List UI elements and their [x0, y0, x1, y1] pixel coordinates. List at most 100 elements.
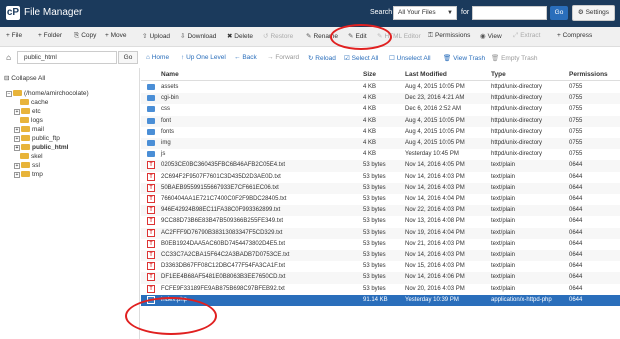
tree-item-tmp[interactable]: + tmp — [14, 171, 43, 178]
tree-item-cache[interactable]: cache — [20, 99, 48, 106]
select-all-label: Select All — [351, 55, 379, 62]
path-go-button[interactable]: Go — [118, 51, 138, 64]
new-folder-button[interactable]: + Folder — [38, 32, 62, 39]
tree-item-label: ssl — [32, 162, 40, 169]
cell-name: B0EB1924DAA5AC60BD7454473802D4E5.txt — [161, 240, 286, 247]
table-row[interactable]: T 9CC88D73B6E83B47B509366B255FE349.txt 53 … — [141, 216, 620, 227]
table-row[interactable]: T CC33C7A2CBA15F64C2A3BADB7D0753CE.txt 53 … — [141, 250, 620, 262]
forward-button[interactable]: → Forward — [267, 54, 299, 61]
table-row[interactable]: T B0EB1924DAA5AC60BD7454473802D4E5.txt 53 … — [141, 239, 620, 250]
cell-permissions: 0755 — [569, 140, 583, 146]
permissions-button[interactable]: ⚿ Permissions — [428, 32, 470, 40]
view-label: View — [487, 33, 502, 40]
table-row[interactable]: img 4 KB Aug 4, 2015 10:05 PM httpd/unix-di… — [141, 138, 620, 150]
tree-item-public-html[interactable]: + public_html — [14, 144, 68, 151]
move-label: + Move — [105, 32, 127, 39]
download-button[interactable]: ⇩ Download — [180, 32, 216, 40]
tree-item-label: tmp — [32, 171, 43, 178]
tree-item-public-ftp[interactable]: + public_ftp — [14, 135, 60, 142]
table-row[interactable]: cgi-bin 4 KB Dec 23, 2016 4:21 AM httpd/uni… — [141, 93, 620, 105]
cell-type: text/plain — [491, 207, 516, 214]
column-size[interactable]: Size — [363, 71, 376, 78]
cell-size: 53 bytes — [363, 184, 386, 191]
table-row[interactable]: T AC2FFF9D76790B38313083347F5CD329.txt 53 … — [141, 227, 620, 239]
up-one-level-button[interactable]: ↑ Up One Level — [181, 54, 226, 61]
expand-icon[interactable]: + — [14, 172, 20, 178]
table-row[interactable]: T 2C694F2F9507F7601C3D435D2D3AE0D.txt 53 b… — [141, 172, 620, 183]
table-row[interactable]: T 02053CE0BC360435FBC6B46AFB2C05E4.txt 53 … — [141, 160, 620, 172]
table-row[interactable]: js 4 KB Yesterday 10:45 PM httpd/unix-direc… — [141, 149, 620, 160]
extract-button[interactable]: ⤢ Extract — [513, 32, 540, 40]
text-file-icon: T — [147, 251, 155, 259]
restore-button[interactable]: ↺ Restore — [263, 32, 293, 40]
folder-icon — [20, 99, 29, 105]
view-button[interactable]: ◉ View — [480, 32, 502, 40]
collapse-all-button[interactable]: ⊟ Collapse All — [4, 74, 45, 82]
unselect-all-button[interactable]: ☐ Unselect All — [389, 54, 431, 62]
table-row[interactable]: font 4 KB Aug 4, 2015 10:05 PM httpd/unix-d… — [141, 115, 620, 127]
cell-permissions: 0644 — [569, 207, 583, 214]
table-row[interactable]: index.php 91.14 KB Yesterday 10:39 PM appli… — [141, 294, 620, 306]
up-label: Up One Level — [186, 54, 226, 61]
rename-icon: ✎ — [306, 33, 312, 40]
empty-trash-button[interactable]: 🗑 Empty Trash — [491, 54, 538, 62]
edit-button[interactable]: ✎ Edit — [348, 32, 367, 40]
collapse-icon[interactable]: − — [6, 91, 12, 97]
column-permissions[interactable]: Permissions — [569, 71, 608, 78]
search-input[interactable] — [472, 6, 547, 20]
cell-type: text/plain — [491, 274, 516, 281]
table-row[interactable]: T 50BAEB95599155667933E7CF661EC06.txt 53 b… — [141, 182, 620, 194]
php-file-icon — [147, 295, 155, 304]
cell-modified: Aug 4, 2015 10:05 PM — [405, 128, 465, 135]
table-row[interactable]: T DF1EE4B68AF5481E0B8063B3EE7650CD.txt 53 … — [141, 272, 620, 284]
delete-button[interactable]: ✖ Delete — [227, 32, 253, 40]
html-editor-button[interactable]: ✎ HTML Editor — [377, 32, 421, 40]
reload-button[interactable]: ↻ Reload — [308, 54, 336, 62]
table-row[interactable]: T D3363DB67FF08C12DBC477F54FA3CA1F.txt 53 … — [141, 261, 620, 272]
view-trash-button[interactable]: 🗑 View Trash — [443, 54, 485, 62]
table-row[interactable]: fonts 4 KB Aug 4, 2015 10:05 PM httpd/unix-… — [141, 127, 620, 138]
path-input[interactable]: public_html — [17, 51, 117, 64]
tree-item-mail[interactable]: + mail — [14, 126, 44, 133]
table-row[interactable]: T FCFE9F33189FE9AB875B698C97BFEB92.txt 53 … — [141, 284, 620, 295]
select-all-button[interactable]: ☑ Select All — [344, 54, 378, 62]
move-button[interactable]: + Move — [105, 32, 127, 39]
copy-button[interactable]: ⎘ Copy — [74, 32, 96, 40]
expand-icon[interactable]: + — [14, 163, 20, 169]
tree-item-ssl[interactable]: + ssl — [14, 162, 40, 169]
column-last-modified[interactable]: Last Modified — [405, 71, 447, 78]
tree-item-logs[interactable]: logs — [20, 117, 43, 124]
tree-item-skel[interactable]: skel — [20, 153, 43, 160]
expand-icon[interactable]: + — [14, 145, 20, 151]
tree-root[interactable]: − (/home/amirchocolate) — [6, 90, 89, 97]
table-row[interactable]: css 4 KB Dec 6, 2016 2:52 AM httpd/unix-dir… — [141, 104, 620, 115]
folder-icon — [21, 171, 30, 177]
compress-button[interactable]: + Compress — [557, 32, 592, 39]
column-name[interactable]: Name — [161, 71, 179, 78]
tree-item-etc[interactable]: + etc — [14, 108, 41, 115]
home-icon[interactable]: ⌂ — [2, 51, 15, 64]
home-button[interactable]: ⌂ Home — [146, 54, 169, 61]
back-button[interactable]: ← Back — [234, 54, 257, 61]
search-scope-select[interactable]: All Your Files ▼ — [393, 6, 457, 20]
expand-icon[interactable]: + — [14, 127, 20, 133]
new-file-button[interactable]: + File — [6, 32, 22, 39]
text-file-icon: T — [147, 195, 155, 203]
settings-button[interactable]: ⚙ Settings — [572, 5, 615, 21]
cell-name: 02053CE0BC360435FBC6B46AFB2C05E4.txt — [161, 162, 286, 169]
expand-icon[interactable]: + — [14, 109, 20, 115]
cpanel-logo[interactable]: cP — [6, 6, 20, 20]
table-row[interactable]: assets 4 KB Aug 4, 2015 10:05 PM httpd/unix… — [141, 82, 620, 93]
search-go-button[interactable]: Go — [550, 6, 568, 20]
cell-modified: Nov 14, 2016 4:06 PM — [405, 274, 465, 281]
folder-icon — [20, 153, 29, 159]
cell-type: httpd/unix-directory — [491, 84, 543, 90]
text-file-icon: T — [147, 228, 155, 237]
column-type[interactable]: Type — [491, 71, 506, 78]
table-row[interactable]: T 7660404AA1E721C7400C0F2F9BDC28405.txt 53… — [141, 194, 620, 205]
expand-icon[interactable]: + — [14, 136, 20, 142]
rename-button[interactable]: ✎ Rename — [306, 32, 338, 40]
cell-permissions: 0755 — [569, 106, 583, 113]
table-row[interactable]: T 946E42924B98EC11FA38C0F993362899.txt 53 … — [141, 205, 620, 217]
upload-button[interactable]: ⇧ Upload — [142, 32, 170, 40]
